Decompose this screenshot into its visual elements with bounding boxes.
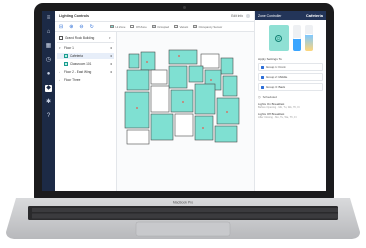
scheduled-header: ◷ Scheduled <box>258 94 277 99</box>
gear-icon[interactable]: ✱ <box>45 99 52 106</box>
tree-item-floor-2[interactable]: › Floor 2 - East Wing ♦ <box>57 69 114 75</box>
zone-name: Cafeteria <box>305 13 323 18</box>
zone <box>150 85 170 113</box>
location-tree: Grand Rock Building ▾ ▾ Floor 1 ♦ Cafete… <box>55 32 117 191</box>
zone <box>194 115 214 141</box>
zone <box>188 65 204 83</box>
bulb-icon[interactable]: ♦ <box>110 46 112 50</box>
legend-item: Off Zone <box>130 25 147 29</box>
zone <box>126 129 150 145</box>
topbar-right: Edit Info <box>231 14 250 18</box>
menu-icon[interactable]: ≡ <box>45 15 52 22</box>
zone <box>168 49 198 65</box>
building-icon[interactable]: ▦ <box>45 43 52 50</box>
group-row[interactable]: Group 1: Front <box>258 63 323 71</box>
panel-body: ⏻ Apply Settings To Group 1: Front Group… <box>255 20 326 191</box>
lightbulb-icon[interactable]: ◆ <box>45 85 52 92</box>
zone <box>194 83 216 115</box>
collapse-icon[interactable]: ⊟ <box>59 24 63 30</box>
tree-item-classroom-101[interactable]: Classroom 101 ♦ <box>57 61 114 67</box>
bulb-icon[interactable]: ♦ <box>110 62 112 66</box>
tree-item-cafeteria[interactable]: Cafeteria ♦ <box>57 53 114 59</box>
panel-header: Zone Controller Cafeteria <box>255 11 326 20</box>
zone <box>214 125 238 143</box>
legend-item: Lit Zone <box>109 25 125 29</box>
laptop-lid: ≡ ⌂ ▦ ◷ ● ◆ ✱ ? Lighting Controls Edit I… <box>34 3 334 199</box>
refresh-icon[interactable]: ↻ <box>90 24 94 30</box>
zone <box>200 53 220 69</box>
left-nav: ≡ ⌂ ▦ ◷ ● ◆ ✱ ? <box>42 11 55 191</box>
bulb-icon[interactable]: ♦ <box>110 54 112 58</box>
floor-plan[interactable] <box>117 32 254 191</box>
user-icon[interactable]: ● <box>45 71 52 78</box>
legend-item: Vacant <box>174 25 188 29</box>
user-label[interactable]: Edit Info <box>231 14 243 18</box>
home-icon[interactable]: ⌂ <box>45 29 52 36</box>
zone <box>126 69 150 91</box>
camera <box>183 6 186 9</box>
building-selector[interactable]: Grand Rock Building ▾ <box>57 35 114 43</box>
content: Grand Rock Building ▾ ▾ Floor 1 ♦ Cafete… <box>55 32 254 191</box>
power-toggle[interactable]: ⏻ <box>268 25 289 51</box>
clock-icon: ◷ <box>258 94 261 99</box>
main-area: Lighting Controls Edit Info ⊟ ⊕ ⊖ ↻ Lit … <box>55 11 254 191</box>
zone-controller-panel: Zone Controller Cafeteria ⏻ Apply Settin… <box>254 11 326 191</box>
screen: ≡ ⌂ ▦ ◷ ● ◆ ✱ ? Lighting Controls Edit I… <box>42 11 326 191</box>
zone <box>168 65 188 89</box>
zone <box>216 97 240 125</box>
app-title: Lighting Controls <box>59 14 89 18</box>
zoom-out-icon[interactable]: ⊖ <box>79 24 83 30</box>
avatar[interactable] <box>246 14 250 18</box>
top-bar: Lighting Controls Edit Info <box>55 11 254 22</box>
brightness-slider[interactable] <box>292 25 301 51</box>
tree-item-floor-1[interactable]: ▾ Floor 1 ♦ <box>57 45 114 51</box>
zone <box>140 51 156 71</box>
schedule-event[interactable]: Lights Off Breakfast After Closing · Mo, … <box>258 112 323 120</box>
legend: Lit Zone Off Zone Occupied Vacant Occupa… <box>109 25 222 29</box>
checkbox[interactable] <box>261 65 264 69</box>
help-icon[interactable]: ? <box>45 113 52 120</box>
legend-item: Occupied <box>151 25 169 29</box>
zone <box>124 91 150 129</box>
laptop-base: MacBook Pro <box>6 198 360 239</box>
bulb-icon[interactable]: ♦ <box>110 70 112 74</box>
zone <box>170 89 194 113</box>
checkbox[interactable] <box>261 85 264 89</box>
floor-plan-drawing <box>124 49 240 145</box>
toolbar: ⊟ ⊕ ⊖ ↻ Lit Zone Off Zone Occupied Vacan… <box>55 22 254 32</box>
zone <box>128 53 140 69</box>
model-label: MacBook Pro <box>173 201 193 205</box>
legend-item: Occupancy Sensor <box>193 25 222 29</box>
zoom-in-icon[interactable]: ⊕ <box>69 24 73 30</box>
zone <box>174 113 194 137</box>
group-row[interactable]: Group 3: Back <box>258 83 323 91</box>
color-temp-slider[interactable] <box>304 25 313 51</box>
zone-controls: ⏻ <box>258 25 323 51</box>
tree-item-floor-3[interactable]: › Floor Three <box>57 77 114 83</box>
zone <box>150 69 168 85</box>
panel-header-label: Zone Controller <box>258 13 282 18</box>
apply-settings-label: Apply Settings To <box>258 57 282 61</box>
power-icon: ⏻ <box>275 34 282 42</box>
zone <box>150 113 174 141</box>
schedule-icon[interactable]: ◷ <box>45 57 52 64</box>
schedule-event[interactable]: Lights On Breakfast Before Opening · Mo, … <box>258 102 323 110</box>
zone <box>222 75 238 97</box>
group-row[interactable]: Group 2: Middle <box>258 73 323 81</box>
checkbox[interactable] <box>261 75 264 79</box>
zone <box>220 57 234 75</box>
